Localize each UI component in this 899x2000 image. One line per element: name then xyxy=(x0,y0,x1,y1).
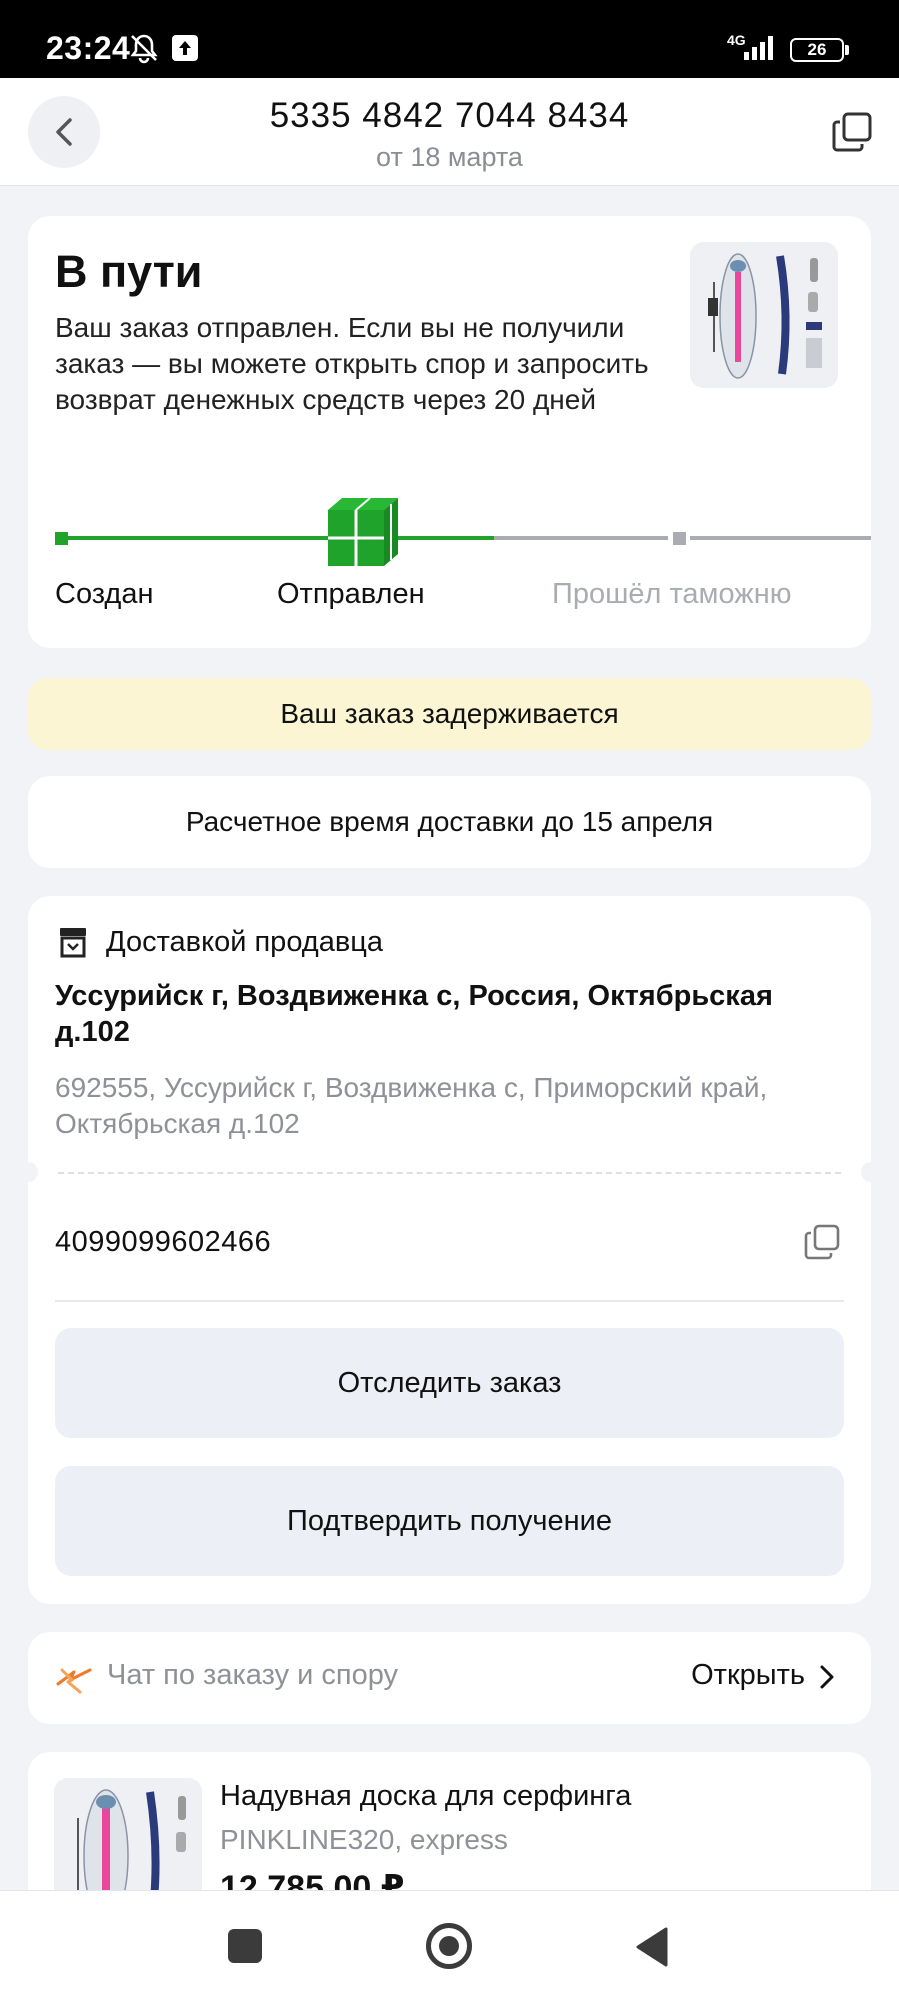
card-notch-right xyxy=(861,1162,881,1182)
battery-indicator: 26 xyxy=(790,38,849,62)
copy-icon[interactable] xyxy=(830,110,874,154)
step-label-shipped: Отправлен xyxy=(277,578,425,610)
nav-back-icon[interactable] xyxy=(634,1927,670,1967)
chat-label: Чат по заказу и спору xyxy=(107,1659,399,1691)
chat-open-link[interactable]: Открыть xyxy=(691,1659,805,1692)
item-name: Надувная доска для серфинга xyxy=(220,1780,632,1812)
tracking-number: 4099099602466 xyxy=(55,1226,272,1258)
delivery-method: Доставкой продавца xyxy=(106,926,384,958)
step-label-created: Создан xyxy=(55,578,154,610)
order-header: 5335 4842 7044 8434 от 18 марта xyxy=(0,78,899,186)
chevron-right-icon xyxy=(820,1665,834,1689)
dashed-divider xyxy=(58,1172,841,1174)
divider xyxy=(55,1300,844,1302)
nav-recent-icon[interactable] xyxy=(228,1929,262,1963)
order-number: 5335 4842 7044 8434 xyxy=(269,96,630,135)
signal-icon xyxy=(744,36,773,60)
step-label-customs: Прошёл таможню xyxy=(552,578,792,610)
confirm-receipt-button[interactable]: Подтвердить получение xyxy=(55,1466,844,1576)
delivery-card: Доставкой продавца Уссурийск г, Воздвиже… xyxy=(18,896,881,1604)
upload-icon xyxy=(172,35,198,61)
cube-icon xyxy=(328,497,398,566)
track-order-button[interactable]: Отследить заказ xyxy=(55,1328,844,1438)
delivery-eta: Расчетное время доставки до 15 апреля xyxy=(28,776,871,868)
nav-home-icon[interactable] xyxy=(426,1923,472,1969)
delivery-address-full: 692555, Уссурийск г, Воздвиженка с, Прим… xyxy=(55,1072,768,1139)
item-variant: PINKLINE320, express xyxy=(220,1824,508,1855)
step-dot-customs xyxy=(673,532,686,545)
delay-banner: Ваш заказ задерживается xyxy=(28,678,871,750)
copy-icon[interactable] xyxy=(802,1222,842,1262)
step-dot-created xyxy=(55,532,68,545)
status-time: 23:24 xyxy=(46,30,131,66)
order-chat-row[interactable]: Чат по заказу и спору Открыть xyxy=(28,1632,871,1724)
status-bar: 23:24 4G 26 xyxy=(0,0,899,78)
system-nav-bar xyxy=(0,1890,899,2000)
chat-fire-icon xyxy=(56,1668,92,1694)
order-status-card: В пути Ваш заказ отправлен. Если вы не п… xyxy=(28,216,871,648)
delivery-address: Уссурийск г, Воздвиженка с, Россия, Октя… xyxy=(55,980,773,1048)
card-notch-left xyxy=(18,1162,38,1182)
box-icon xyxy=(60,928,86,958)
bell-muted-icon xyxy=(130,34,158,64)
order-date: от 18 марта xyxy=(376,142,523,172)
